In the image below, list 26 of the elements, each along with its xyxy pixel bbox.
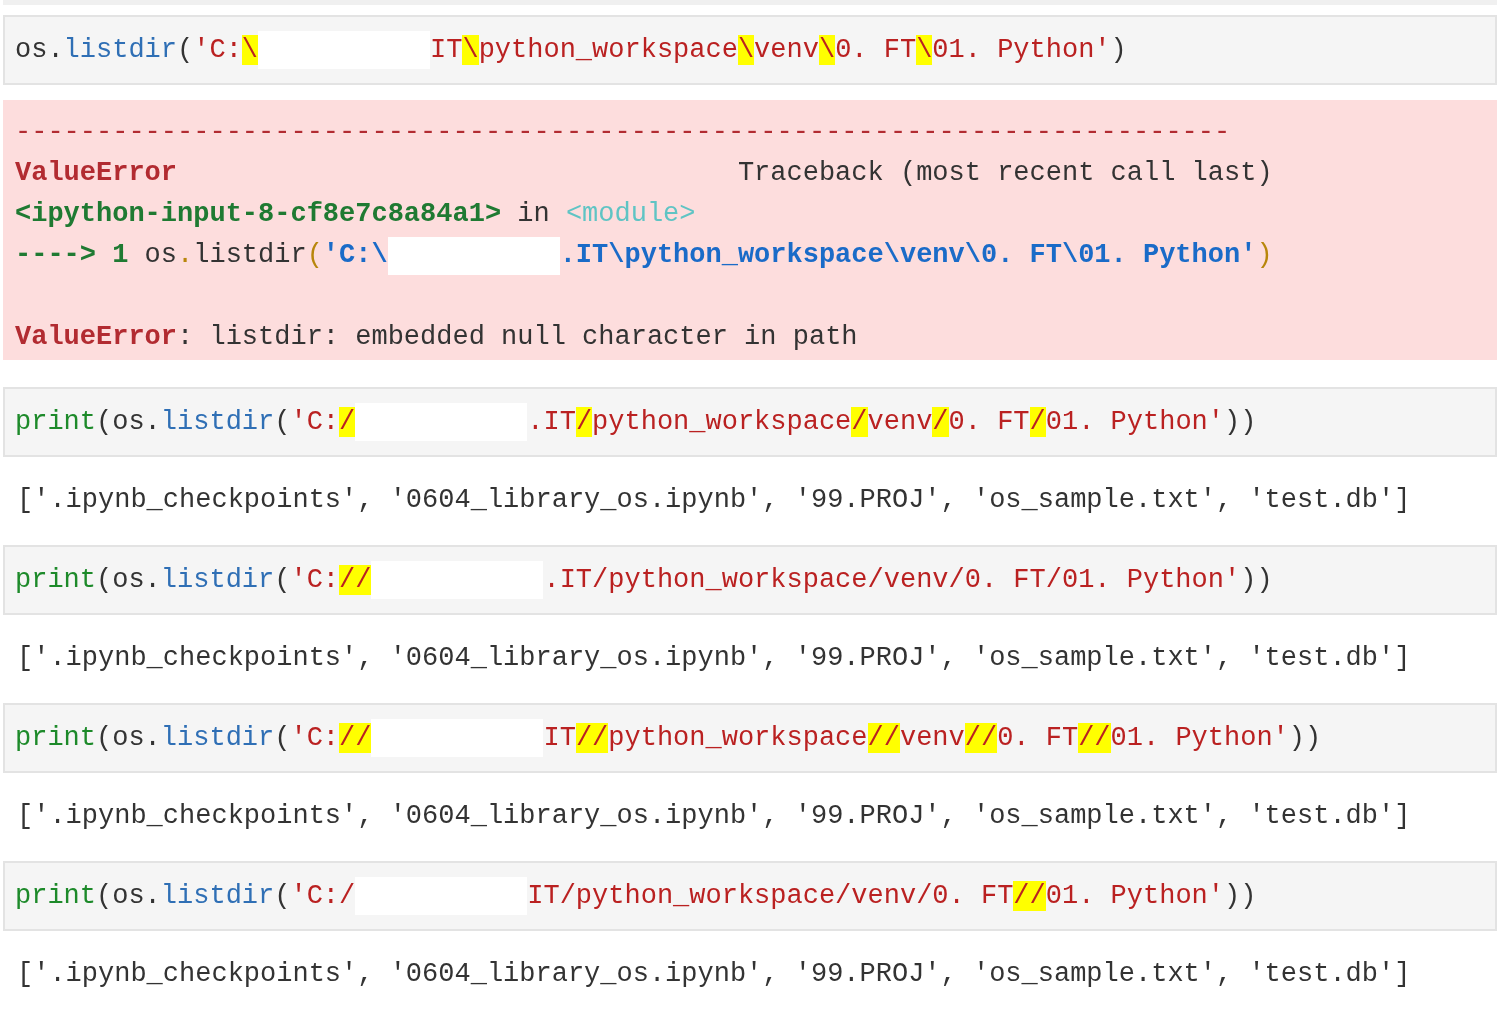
code-text: print(os.listdir('C:// (15, 722, 372, 755)
code-text: .IT\python_workspace\venv\0. FT\01. Python') (559, 239, 1273, 272)
code-cell[interactable]: print(os.listdir('C:/ IT/python_workspace/venv/0. FT//01. Python')) (3, 861, 1497, 931)
output-text: ['.ipynb_checkpoints', '0604_library_os.ipynb', '99.PROJ', 'os_sample.txt', 'test.db'] (17, 643, 1411, 673)
output-text: ['.ipynb_checkpoints', '0604_library_os.ipynb', '99.PROJ', 'os_sample.txt', 'test.db'] (17, 801, 1411, 831)
code-text: .IT/python_workspace/venv/0. FT/01. Python')) (527, 406, 1257, 439)
code-text: print(os.listdir('C:/ (15, 406, 356, 439)
code-text: IT\python_workspace\venv\0. FT\01. Python') (430, 34, 1127, 67)
output-text: ['.ipynb_checkpoints', '0604_library_os.ipynb', '99.PROJ', 'os_sample.txt', 'test.db'] (17, 485, 1411, 515)
code-cell[interactable]: print(os.listdir('C:/ .IT/python_workspace/venv/0. FT/01. Python')) (3, 387, 1497, 457)
code-text: print(os.listdir('C:/ (15, 880, 356, 913)
code-text: ValueError (15, 157, 178, 190)
code-text: IT/python_workspace/venv/0. FT//01. Python')) (527, 880, 1257, 913)
code-cell[interactable]: print(os.listdir('C:// .IT/python_workspace/venv/0. FT/01. Python')) (3, 545, 1497, 615)
code-cell[interactable]: print(os.listdir('C:// IT//python_workspace//venv//0. FT//01. Python')) (3, 703, 1497, 773)
code-text: <ipython-input-8-cf8e7c8a84a1> in <module> (15, 198, 696, 231)
code-text: --------------------------------------------------------------------------- (15, 116, 1231, 149)
code-text: os.listdir('C:\ (15, 34, 259, 67)
output-text: ['.ipynb_checkpoints', '0604_library_os.ipynb', '99.PROJ', 'os_sample.txt', 'test.db'] (17, 959, 1411, 989)
code-text: ----> 1 os.listdir('C:\ (15, 239, 388, 272)
code-text: .IT/python_workspace/venv/0. FT/01. Python')) (543, 564, 1273, 597)
code-text: Traceback (most recent call last) (737, 157, 1273, 190)
code-text: print(os.listdir('C:// (15, 564, 372, 597)
code-text: ValueError: listdir: embedded null character in path (15, 321, 858, 354)
code-cell[interactable]: os.listdir('C:\ IT\python_workspace\venv\0. FT\01. Python') (3, 15, 1497, 85)
code-text: IT//python_workspace//venv//0. FT//01. Python')) (543, 722, 1322, 755)
